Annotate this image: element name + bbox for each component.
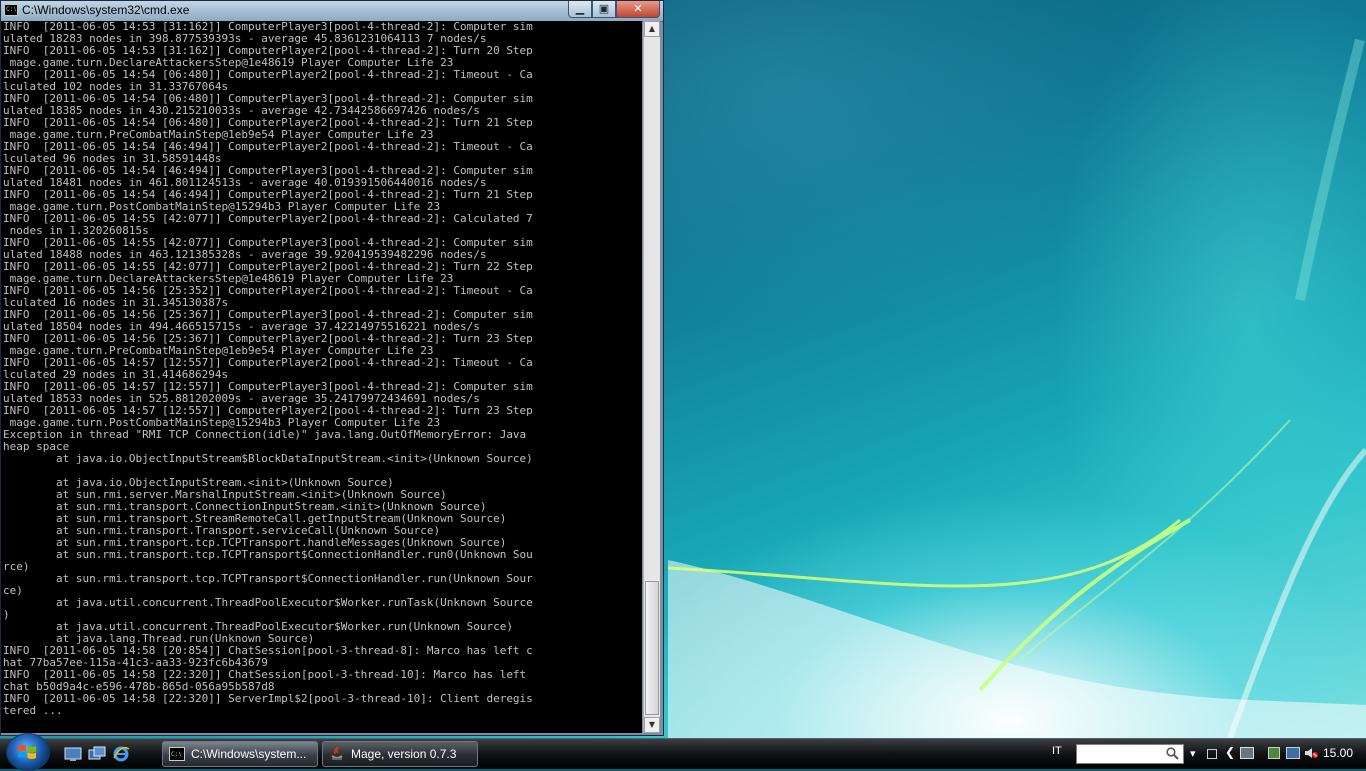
scroll-up-icon[interactable]: ▲: [644, 21, 660, 37]
svg-text:C:\: C:\: [171, 751, 182, 758]
window-titlebar[interactable]: C:\ C:\Windows\system32\cmd.exe ▁ ▣ ✕: [1, 1, 663, 22]
console-line: at sun.rmi.transport.tcp.TCPTransport$Co…: [3, 548, 533, 561]
close-button[interactable]: ✕: [616, 1, 660, 18]
monitor-icon[interactable]: [1240, 747, 1254, 759]
console-line: INFO [2011-06-05 14:58 [22:320]] ServerI…: [3, 692, 533, 705]
show-desktop-icon[interactable]: [64, 746, 82, 762]
volume-muted-icon[interactable]: [1304, 747, 1318, 759]
search-icon[interactable]: [1166, 747, 1179, 760]
tray-square-icon[interactable]: [1207, 749, 1217, 759]
console-output[interactable]: INFO [2011-06-05 14:53 [31:162]] Compute…: [1, 21, 642, 733]
start-button[interactable]: [6, 733, 50, 771]
cmd-icon[interactable]: C:\: [4, 4, 18, 16]
language-indicator[interactable]: IT: [1052, 745, 1062, 757]
console-line: at sun.rmi.transport.tcp.TCPTransport$Co…: [3, 572, 533, 585]
console-text: INFO [2011-06-05 14:53 [31:162]] Compute…: [1, 21, 642, 717]
taskbar-label-cmd: C:\Windows\system...: [191, 747, 307, 761]
cmd-window[interactable]: C:\ C:\Windows\system32\cmd.exe ▁ ▣ ✕ IN…: [0, 0, 664, 736]
show-hidden-icons-icon[interactable]: ❮: [1225, 745, 1235, 759]
taskbar: C:\ C:\Windows\system... Mage, version 0…: [0, 733, 1366, 771]
console-line: tered ...: [3, 704, 63, 717]
minimize-button[interactable]: ▁: [568, 1, 592, 18]
tray-app-icon[interactable]: [1268, 747, 1280, 759]
java-icon: [331, 747, 343, 760]
window-title: C:\Windows\system32\cmd.exe: [22, 3, 190, 17]
vertical-scrollbar[interactable]: ▲ ▼: [643, 21, 660, 733]
scrollbar-thumb[interactable]: [645, 581, 659, 715]
cmd-icon: C:\: [169, 747, 185, 761]
console-line: at java.io.ObjectInputStream$BlockDataIn…: [3, 452, 533, 465]
taskbar-clock[interactable]: 15.00: [1323, 746, 1353, 760]
taskbar-label-mage: Mage, version 0.7.3: [351, 747, 457, 761]
toolbar-menu-arrow-icon[interactable]: ▾: [1190, 747, 1196, 760]
console-line: Exception in thread "RMI TCP Connection(…: [3, 428, 527, 441]
console-line: at java.util.concurrent.ThreadPoolExecut…: [3, 596, 533, 609]
scroll-down-icon[interactable]: ▼: [644, 717, 660, 733]
taskbar-button-cmd[interactable]: C:\ C:\Windows\system...: [162, 741, 318, 767]
internet-explorer-icon[interactable]: [112, 746, 130, 762]
windows-logo-icon: [18, 745, 36, 759]
switch-windows-icon[interactable]: [88, 746, 106, 762]
taskbar-button-mage[interactable]: Mage, version 0.7.3: [322, 741, 478, 767]
network-icon[interactable]: [1286, 747, 1300, 759]
maximize-button[interactable]: ▣: [592, 1, 616, 18]
